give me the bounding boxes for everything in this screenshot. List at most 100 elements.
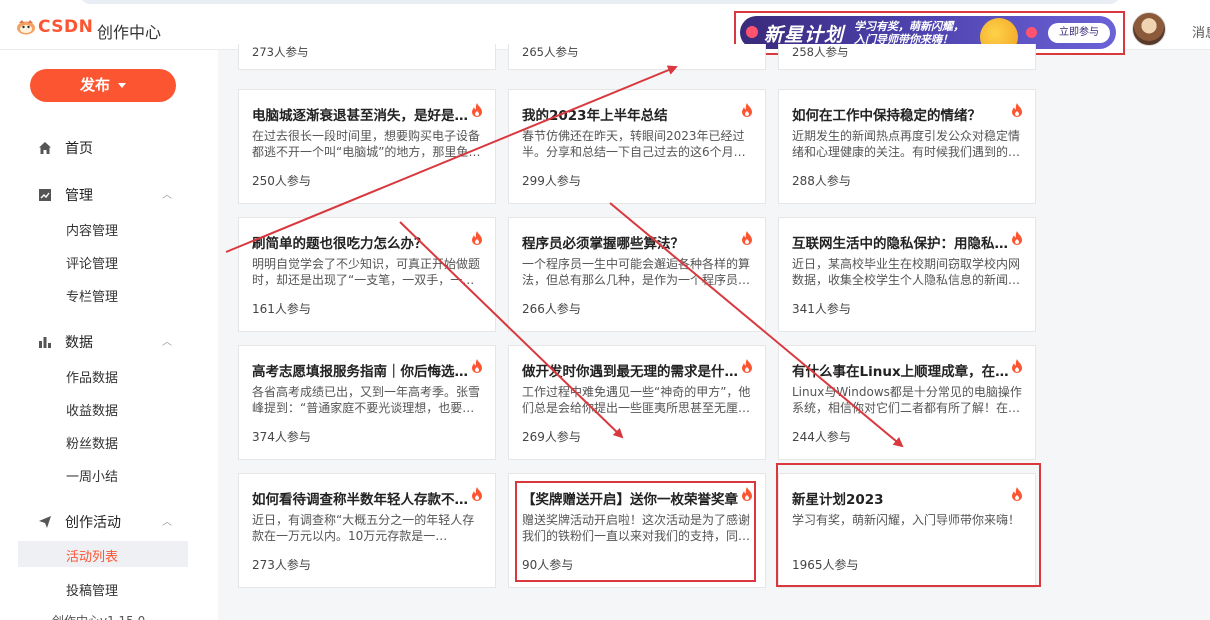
caret-down-icon xyxy=(118,83,126,88)
card-description: Linux与Windows都是十分常见的电脑操作系统，相信你对它们二者都有所了解… xyxy=(792,385,1022,415)
activity-card[interactable]: 做开发时你遇到最无理的需求是什么？ 工作过程中难免遇见一些“神奇的甲方”，他们总是… xyxy=(508,345,766,460)
chevron-up-icon[interactable]: ︿ xyxy=(162,333,172,348)
card-count: 258人参与 xyxy=(792,45,849,59)
activity-card[interactable]: 刷简单的题也很吃力怎么办？ 明明自觉学会了不少知识，可真正开始做题时，却还是出现了… xyxy=(238,217,496,332)
card-participants: 266人参与 xyxy=(522,302,581,316)
fire-icon xyxy=(742,359,752,373)
activity-card[interactable]: 电脑城逐渐衰退甚至消失，是好是坏？ 在过去很长一段时间里，想要购买电子设备都逃不开… xyxy=(238,89,496,204)
chevron-up-icon[interactable]: ︿ xyxy=(162,513,172,528)
sidebar-item-label: 创作活动 xyxy=(65,515,121,531)
fire-icon xyxy=(1012,359,1022,373)
card-participants: 374人参与 xyxy=(252,430,311,444)
csdn-logo[interactable]: CSDN xyxy=(16,17,93,37)
fire-icon xyxy=(742,231,752,245)
sidebar-item-comment-manage[interactable]: 评论管理 xyxy=(66,253,118,272)
card-description: 近期发生的新闻热点再度引发公众对稳定情绪和心理健康的关注。有时候我们遇到的… xyxy=(792,129,1021,159)
banner-dot-icon xyxy=(746,26,758,38)
messages-link[interactable]: 消息 xyxy=(1192,22,1210,41)
home-icon xyxy=(39,142,51,154)
card-description: 在过去很长一段时间里，想要购买电子设备都逃不开一个叫“电脑城”的地方，那里鱼龙混… xyxy=(252,129,481,159)
fire-icon xyxy=(742,103,752,117)
card-count: 265人参与 xyxy=(522,45,579,59)
sidebar-item-manage[interactable]: 管理 ︿ xyxy=(38,185,172,205)
activity-card[interactable]: 高考志愿填报服务指南｜你后悔选… 各省高考成绩已出，又到一年高考季。张雪峰提到：“… xyxy=(238,345,496,460)
card-participants: 244人参与 xyxy=(792,430,851,444)
avatar[interactable] xyxy=(1132,12,1166,46)
fire-icon xyxy=(472,487,482,501)
card-participants: 299人参与 xyxy=(522,174,581,188)
card-title[interactable]: 刷简单的题也很吃力怎么办？ xyxy=(252,232,472,252)
join-now-button[interactable]: 立即参与 xyxy=(1048,23,1110,43)
card-title[interactable]: 程序员必须掌握哪些算法？ xyxy=(522,232,742,252)
activity-card[interactable]: 新星计划2023 学习有奖，萌新闪耀，入门导师带你来嗨！ 1965人参与 xyxy=(778,473,1036,588)
banner-title: 新星计划 xyxy=(764,24,845,46)
card-description: 学习有奖，萌新闪耀，入门导师带你来嗨！ xyxy=(792,513,1021,527)
sidebar-item-label: 数据 xyxy=(65,335,93,351)
chevron-up-icon[interactable]: ︿ xyxy=(162,186,172,201)
activity-card-partial[interactable]: 258人参与 xyxy=(778,44,1036,70)
card-title[interactable]: 互联网生活中的隐私保护：用隐私换便利 xyxy=(792,232,1012,252)
fire-icon xyxy=(472,231,482,245)
card-title[interactable]: 做开发时你遇到最无理的需求是什么？ xyxy=(522,360,742,380)
sidebar-item-fans-data[interactable]: 粉丝数据 xyxy=(66,433,118,452)
card-participants: 269人参与 xyxy=(522,430,581,444)
fire-icon xyxy=(1012,103,1022,117)
card-title[interactable]: 新星计划2023 xyxy=(792,488,1012,508)
sidebar-item-submission-manage[interactable]: 投稿管理 xyxy=(66,580,118,599)
publish-button[interactable]: 发布 xyxy=(30,69,176,102)
fire-icon xyxy=(472,103,482,117)
activity-card-partial[interactable]: 273人参与 xyxy=(238,44,496,70)
card-title[interactable]: 电脑城逐渐衰退甚至消失，是好是坏？ xyxy=(252,104,472,124)
card-description: 近日，某高校毕业生在校期间窃取学校内网数据，收集全校学生个人隐私信息的新闻… xyxy=(792,257,1021,287)
sidebar-item-label: 活动列表 xyxy=(66,550,119,565)
activity-card[interactable]: 如何在工作中保持稳定的情绪？ 近期发生的新闻热点再度引发公众对稳定情绪和心理健康的… xyxy=(778,89,1036,204)
sidebar-item-content-manage[interactable]: 内容管理 xyxy=(66,220,118,239)
card-title[interactable]: 如何看待调查称半数年轻人存款不… xyxy=(252,488,472,508)
sidebar-item-works-data[interactable]: 作品数据 xyxy=(66,367,118,386)
card-title[interactable]: 高考志愿填报服务指南｜你后悔选… xyxy=(252,360,472,380)
fire-icon xyxy=(1012,231,1022,245)
sidebar-item-column-manage[interactable]: 专栏管理 xyxy=(66,286,118,305)
sidebar-item-label: 管理 xyxy=(65,188,93,204)
card-description: 春节仿佛还在昨天，转眼间2023年已经过半。分享和总结一下自己过去的这6个月吧！ xyxy=(522,129,745,159)
sidebar-item-income-data[interactable]: 收益数据 xyxy=(66,400,118,419)
fire-icon xyxy=(742,487,752,501)
sidebar-item-weekly-summary[interactable]: 一周小结 xyxy=(66,466,118,485)
sidebar-item-data[interactable]: 数据 ︿ xyxy=(38,332,172,352)
card-participants: 288人参与 xyxy=(792,174,851,188)
card-count: 273人参与 xyxy=(252,45,309,59)
chart-line-icon xyxy=(39,189,51,201)
card-participants: 273人参与 xyxy=(252,558,311,572)
card-title[interactable]: 我的2023年上半年总结 xyxy=(522,104,742,124)
sidebar-item-home[interactable]: 首页 xyxy=(38,138,93,158)
activity-card[interactable]: 有什么事在Linux上顺理成章，在… Linux与Windows都是十分常见的电脑… xyxy=(778,345,1036,460)
card-title[interactable]: 【奖牌赠送开启】送你一枚荣誉奖章 xyxy=(522,488,742,508)
card-description: 近日，有调查称“大概五分之一的年轻人存款在一万元以内。10万元存款是一个“坎”，… xyxy=(252,513,475,543)
card-title[interactable]: 如何在工作中保持稳定的情绪？ xyxy=(792,104,1012,124)
sidebar-item-label: 首页 xyxy=(65,141,93,157)
activity-card[interactable]: 【奖牌赠送开启】送你一枚荣誉奖章 赠送奖牌活动开启啦！这次活动是为了感谢我们的铁粉… xyxy=(508,473,766,588)
banner-subtitle: 学习有奖，萌新闪耀， 入门导师带你来嗨！ xyxy=(854,20,964,46)
activity-card[interactable]: 我的2023年上半年总结春节仿佛还在昨天，转眼间2023年已经过半。分享和总结一… xyxy=(508,89,766,204)
activity-card[interactable]: 如何看待调查称半数年轻人存款不… 近日，有调查称“大概五分之一的年轻人存款在一万元… xyxy=(238,473,496,588)
activity-card[interactable]: 互联网生活中的隐私保护：用隐私换便利近日，某高校毕业生在校期间窃取学校内网数据，… xyxy=(778,217,1036,332)
logo-wordmark: CSDN xyxy=(38,17,94,37)
bar-chart-icon xyxy=(39,337,51,348)
sidebar-item-activity[interactable]: 创作活动 ︿ xyxy=(38,512,172,532)
activity-card-partial[interactable]: 265人参与 xyxy=(508,44,766,70)
card-description: 各省高考成绩已出，又到一年高考季。张雪峰提到：“普通家庭不要光谈理想，也要谈… xyxy=(252,385,481,415)
banner-dot-icon xyxy=(1026,27,1037,38)
banner-subtitle-line1: 学习有奖，萌新闪耀， xyxy=(854,20,964,33)
card-description: 工作过程中难免遇见一些“神奇的甲方”，他们总是会给你提出一些匪夷所思甚至无厘头… xyxy=(522,385,751,415)
publish-label: 发布 xyxy=(79,76,110,94)
card-participants: 90人参与 xyxy=(522,558,574,572)
card-title[interactable]: 有什么事在Linux上顺理成章，在… xyxy=(792,360,1012,380)
card-participants: 250人参与 xyxy=(252,174,311,188)
version-label: 创作中心v1.15.0 xyxy=(52,612,145,620)
app-name: 创作中心 xyxy=(97,23,162,42)
activity-card[interactable]: 程序员必须掌握哪些算法？ 一个程序员一生中可能会邂逅各种各样的算法，但总有那么几种… xyxy=(508,217,766,332)
card-participants: 161人参与 xyxy=(252,302,311,316)
sidebar-item-activity-list[interactable]: 活动列表 xyxy=(18,541,188,567)
card-participants: 1965人参与 xyxy=(792,558,859,572)
card-participants: 341人参与 xyxy=(792,302,851,316)
